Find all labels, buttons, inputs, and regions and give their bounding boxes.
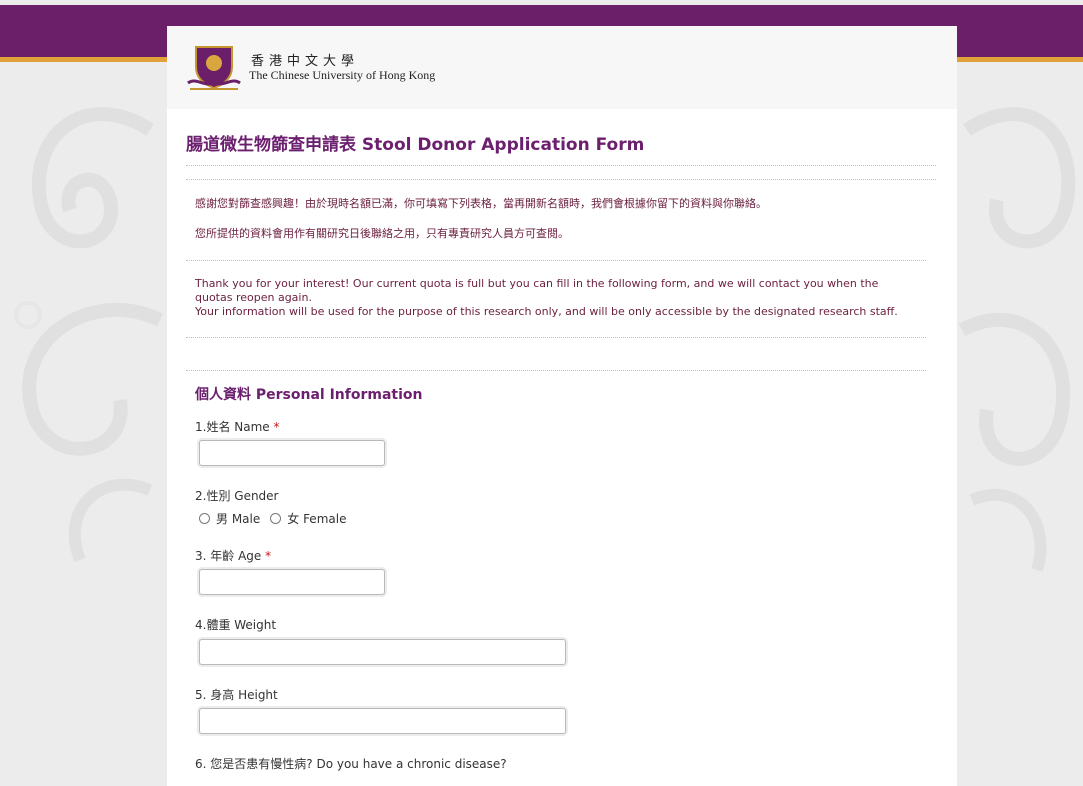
divider (186, 260, 926, 261)
university-name-chinese: 香港中文大學 (251, 54, 360, 69)
form-card: 香港中文大學 The Chinese University of Hong Ko… (167, 26, 957, 786)
required-marker: * (265, 549, 272, 563)
weight-input[interactable] (199, 639, 566, 665)
background-pattern-right (958, 107, 1076, 572)
divider (186, 179, 936, 180)
chronic-disease-label: 6. 您是否患有慢性病? Do you have a chronic disea… (195, 757, 507, 771)
name-label-text: 1.姓名 Name (195, 420, 270, 434)
name-label: 1.姓名 Name * (195, 418, 280, 435)
intro-english-line-1: Thank you for your interest! Our current… (195, 277, 879, 304)
gender-male-label[interactable]: 男 Male (216, 510, 260, 527)
intro-chinese-line-2: 您所提供的資料會用作有關研究日後聯絡之用，只有專責研究人員方可查閱。 (195, 227, 569, 240)
background-pattern-left (14, 107, 164, 563)
gender-label: 2.性別 Gender (195, 489, 279, 503)
intro-chinese-line-1: 感謝您對篩查感興趣！由於現時名額已滿，你可填寫下列表格，當再開新名額時，我們會根… (195, 197, 767, 210)
gender-male-radio[interactable] (199, 513, 210, 524)
divider (186, 337, 926, 338)
name-input[interactable] (199, 440, 385, 466)
age-label-text: 3. 年齡 Age (195, 549, 262, 563)
gender-female-radio[interactable] (270, 513, 282, 524)
age-input[interactable] (199, 569, 385, 595)
divider (186, 370, 926, 371)
university-name-english: The Chinese University of Hong Kong (249, 68, 436, 82)
university-header: 香港中文大學 The Chinese University of Hong Ko… (167, 26, 957, 109)
divider (186, 165, 936, 166)
section-title-personal-info: 個人資料 Personal Information (195, 387, 423, 403)
gender-female-label[interactable]: 女 Female (287, 510, 346, 527)
age-label: 3. 年齡 Age * (195, 547, 271, 564)
weight-label: 4.體重 Weight (195, 618, 277, 632)
height-input[interactable] (199, 708, 566, 734)
intro-english-line-2: Your information will be used for the pu… (195, 305, 898, 318)
required-marker: * (273, 420, 280, 434)
cuhk-crest-icon (187, 46, 241, 90)
gender-options: 男 Male 女 Female (199, 510, 356, 527)
form-title: 腸道微生物篩查申請表 Stool Donor Application Form (186, 135, 645, 155)
height-label: 5. 身高 Height (195, 688, 278, 702)
